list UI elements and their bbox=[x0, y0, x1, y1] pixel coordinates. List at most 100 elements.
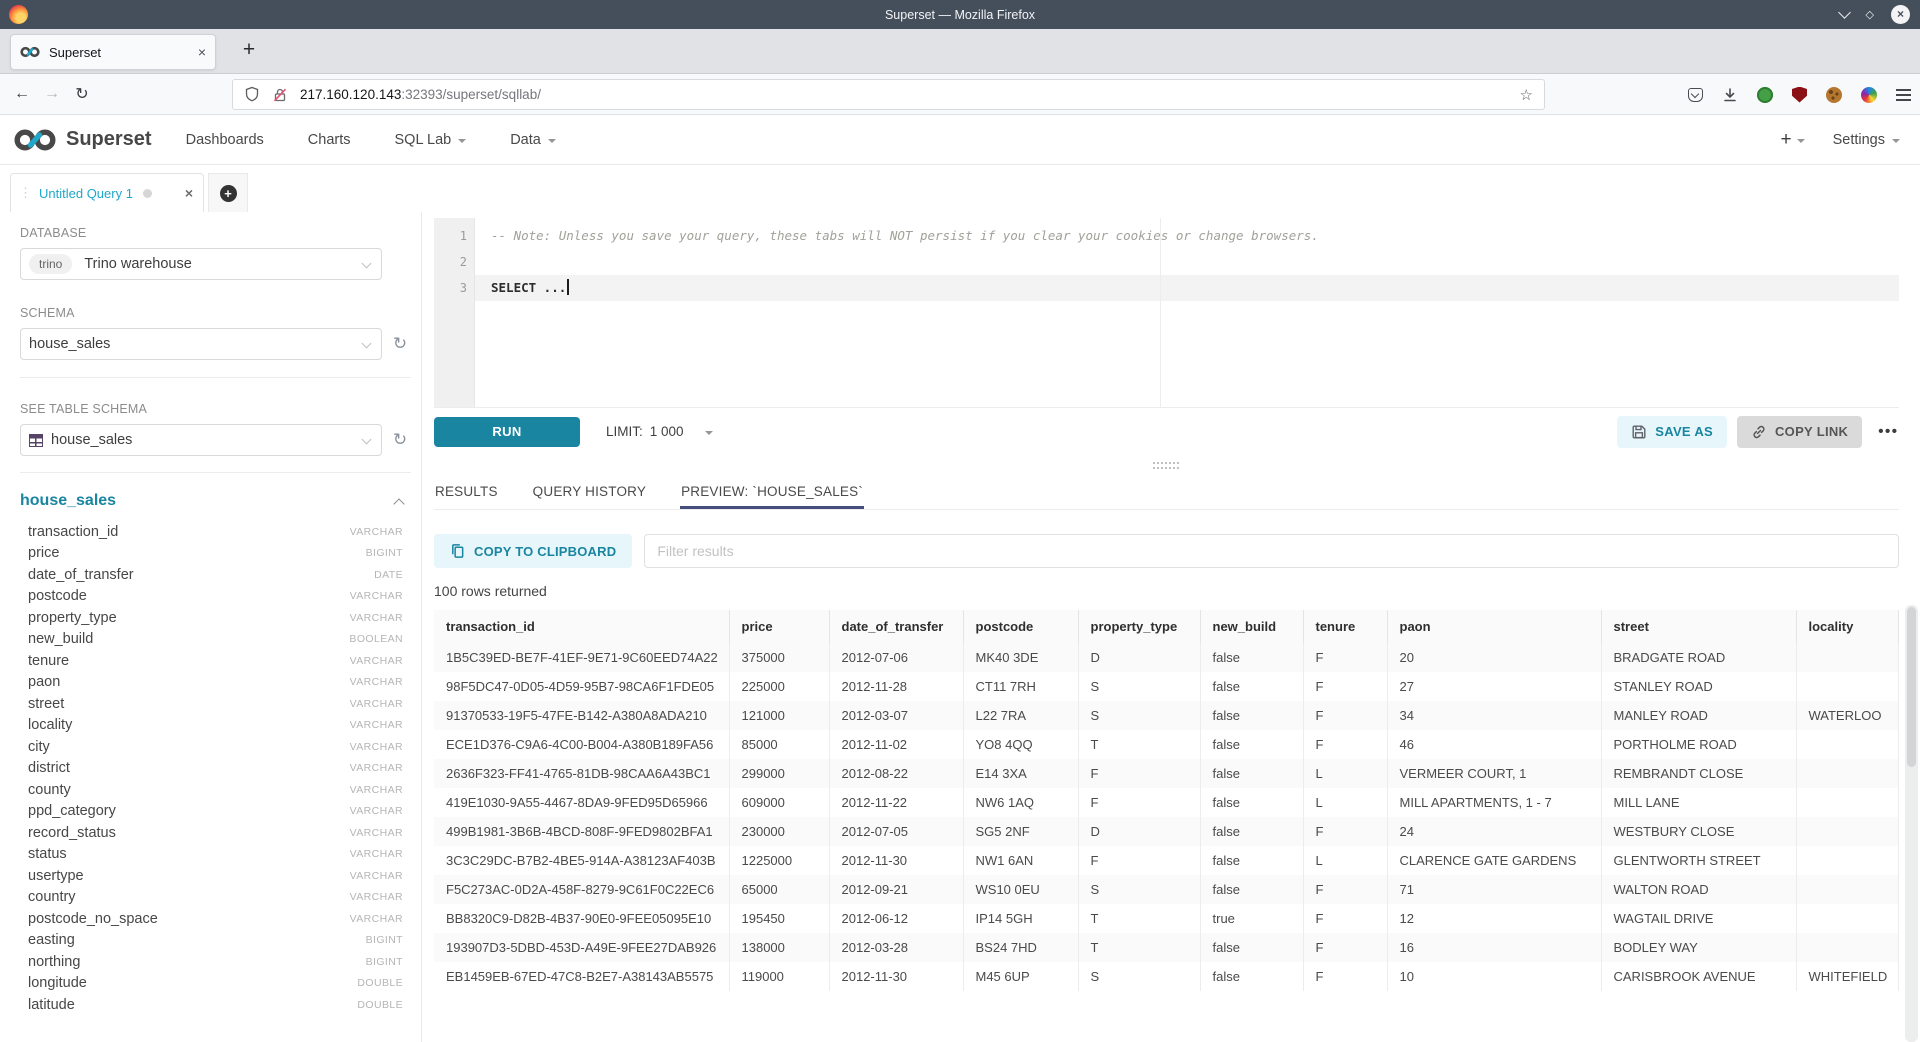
cell-transaction-id: F5C273AC-0D2A-458F-8279-9C61F0C22EC6 bbox=[434, 875, 729, 904]
column-name: new_build bbox=[28, 631, 93, 647]
downloads-icon[interactable] bbox=[1722, 87, 1738, 103]
cell-paon: VERMEER COURT, 1 bbox=[1387, 759, 1601, 788]
table-scrollbar-thumb[interactable] bbox=[1907, 607, 1916, 767]
chevron-down-icon bbox=[705, 431, 713, 435]
bookmark-star-icon[interactable]: ☆ bbox=[1520, 86, 1533, 104]
nav-item-dashboards[interactable]: Dashboards bbox=[186, 132, 264, 148]
collapse-table-icon[interactable] bbox=[393, 498, 404, 509]
forward-button[interactable]: → bbox=[37, 85, 67, 103]
cell-tenure: L bbox=[1303, 759, 1387, 788]
table-row: ECE1D376-C9A6-4C00-B004-A380B189FA568500… bbox=[434, 730, 1898, 759]
cell-transaction-id: 419E1030-9A55-4467-8DA9-9FED95D65966 bbox=[434, 788, 729, 817]
table-row: 419E1030-9A55-4467-8DA9-9FED95D659666090… bbox=[434, 788, 1898, 817]
settings-menu[interactable]: Settings bbox=[1833, 132, 1900, 148]
copy-to-clipboard-label: COPY TO CLIPBOARD bbox=[474, 544, 616, 559]
nav-item-label: SQL Lab bbox=[395, 132, 452, 148]
column-header-date-of-transfer[interactable]: date_of_transfer bbox=[829, 610, 963, 643]
add-new-button[interactable]: + bbox=[1780, 129, 1804, 151]
new-query-tab-button[interactable]: + bbox=[208, 173, 248, 212]
resize-handle[interactable] bbox=[1153, 462, 1179, 469]
cell-tenure: L bbox=[1303, 788, 1387, 817]
cell-price: 225000 bbox=[729, 672, 829, 701]
cell-tenure: F bbox=[1303, 933, 1387, 962]
cell-street: BODLEY WAY bbox=[1601, 933, 1796, 962]
column-type: VARCHAR bbox=[350, 698, 403, 710]
schema-column-paon: paonVARCHAR bbox=[20, 672, 411, 694]
limit-dropdown[interactable]: LIMIT: 1 000 bbox=[606, 424, 713, 439]
schema-column-city: cityVARCHAR bbox=[20, 736, 411, 758]
sqllab-main: 123 -- Note: Unless you save your query,… bbox=[422, 212, 1920, 1042]
refresh-tables-icon[interactable]: ↻ bbox=[389, 430, 411, 450]
query-tab[interactable]: ⋮ Untitled Query 1 × bbox=[10, 173, 204, 212]
column-header-locality[interactable]: locality bbox=[1796, 610, 1898, 643]
cell-transaction-id: 91370533-19F5-47FE-B142-A380A8ADA210 bbox=[434, 701, 729, 730]
cell-new-build: false bbox=[1200, 846, 1303, 875]
limit-label: LIMIT: bbox=[606, 424, 643, 439]
cell-street: WAGTAIL DRIVE bbox=[1601, 904, 1796, 933]
database-select[interactable]: trino Trino warehouse bbox=[20, 248, 382, 280]
column-header-transaction-id[interactable]: transaction_id bbox=[434, 610, 729, 643]
reload-button[interactable]: ↻ bbox=[67, 84, 97, 104]
results-tab-results[interactable]: RESULTS bbox=[434, 475, 499, 509]
window-close-icon[interactable]: × bbox=[1891, 5, 1910, 24]
cell-street: WESTBURY CLOSE bbox=[1601, 817, 1796, 846]
column-header-price[interactable]: price bbox=[729, 610, 829, 643]
superset-logo[interactable]: Superset bbox=[12, 127, 152, 153]
cell-property-type: F bbox=[1078, 788, 1200, 817]
schema-column-postcode: postcodeVARCHAR bbox=[20, 586, 411, 608]
nav-item-data[interactable]: Data bbox=[510, 132, 556, 148]
schema-column-list: transaction_idVARCHARpriceBIGINTdate_of_… bbox=[20, 521, 411, 1016]
refresh-schema-icon[interactable]: ↻ bbox=[389, 334, 411, 354]
url-bar[interactable]: 217.160.120.143:32393/superset/sqllab/ ☆ bbox=[232, 79, 1545, 110]
schema-select[interactable]: house_sales bbox=[20, 328, 382, 360]
column-header-tenure[interactable]: tenure bbox=[1303, 610, 1387, 643]
column-header-property-type[interactable]: property_type bbox=[1078, 610, 1200, 643]
column-header-paon[interactable]: paon bbox=[1387, 610, 1601, 643]
nav-item-sql-lab[interactable]: SQL Lab bbox=[395, 132, 467, 148]
results-tab-preview-house-sales[interactable]: PREVIEW: `HOUSE_SALES` bbox=[680, 475, 864, 509]
cell-new-build: false bbox=[1200, 962, 1303, 991]
table-select[interactable]: house_sales bbox=[20, 424, 382, 456]
save-as-button[interactable]: SAVE AS bbox=[1617, 416, 1727, 448]
schema-column-northing: northingBIGINT bbox=[20, 951, 411, 973]
sql-comment-line: -- Note: Unless you save your query, the… bbox=[475, 223, 1899, 249]
window-minimize-icon[interactable] bbox=[1838, 6, 1851, 19]
copy-to-clipboard-button[interactable]: COPY TO CLIPBOARD bbox=[434, 534, 632, 568]
browser-tab[interactable]: Superset × bbox=[10, 34, 216, 70]
column-header-new-build[interactable]: new_build bbox=[1200, 610, 1303, 643]
new-browser-tab-button[interactable]: + bbox=[234, 36, 264, 66]
results-tab-query-history[interactable]: QUERY HISTORY bbox=[532, 475, 647, 509]
table-scrollbar[interactable] bbox=[1905, 605, 1918, 1042]
sql-editor[interactable]: 123 -- Note: Unless you save your query,… bbox=[434, 218, 1899, 408]
nav-item-charts[interactable]: Charts bbox=[308, 132, 351, 148]
schema-column-longitude: longitudeDOUBLE bbox=[20, 973, 411, 995]
pocket-icon[interactable] bbox=[1688, 88, 1703, 102]
cookie-extension-icon[interactable] bbox=[1826, 87, 1842, 103]
browser-tab-close-icon[interactable]: × bbox=[198, 44, 206, 60]
back-button[interactable]: ← bbox=[7, 85, 37, 103]
chevron-down-icon bbox=[548, 139, 556, 143]
results-table-wrap: transaction_idpricedate_of_transferpostc… bbox=[434, 610, 1899, 991]
filter-results-input[interactable] bbox=[644, 534, 1898, 568]
ublock-shield-icon[interactable] bbox=[1792, 87, 1807, 103]
extension-pinwheel-icon[interactable] bbox=[1861, 87, 1877, 103]
extension-green-icon[interactable] bbox=[1757, 87, 1773, 103]
schema-column-ppd_category: ppd_categoryVARCHAR bbox=[20, 801, 411, 823]
close-query-tab-icon[interactable]: × bbox=[185, 185, 193, 201]
column-name: property_type bbox=[28, 610, 117, 626]
plus-icon: + bbox=[1780, 129, 1791, 151]
column-name: price bbox=[28, 545, 59, 561]
run-button[interactable]: RUN bbox=[434, 417, 580, 447]
browser-tabstrip: Superset × + bbox=[0, 29, 1920, 74]
column-header-postcode[interactable]: postcode bbox=[963, 610, 1078, 643]
window-maximize-icon[interactable]: ◇ bbox=[1866, 8, 1874, 21]
column-header-street[interactable]: street bbox=[1601, 610, 1796, 643]
column-name: postcode_no_space bbox=[28, 911, 158, 927]
cell-date-of-transfer: 2012-07-05 bbox=[829, 817, 963, 846]
more-options-button[interactable]: ••• bbox=[1878, 423, 1898, 440]
menu-hamburger-icon[interactable] bbox=[1896, 89, 1911, 101]
cell-property-type: T bbox=[1078, 730, 1200, 759]
cell-date-of-transfer: 2012-11-02 bbox=[829, 730, 963, 759]
copy-link-button[interactable]: COPY LINK bbox=[1737, 416, 1862, 448]
column-type: VARCHAR bbox=[350, 827, 403, 839]
